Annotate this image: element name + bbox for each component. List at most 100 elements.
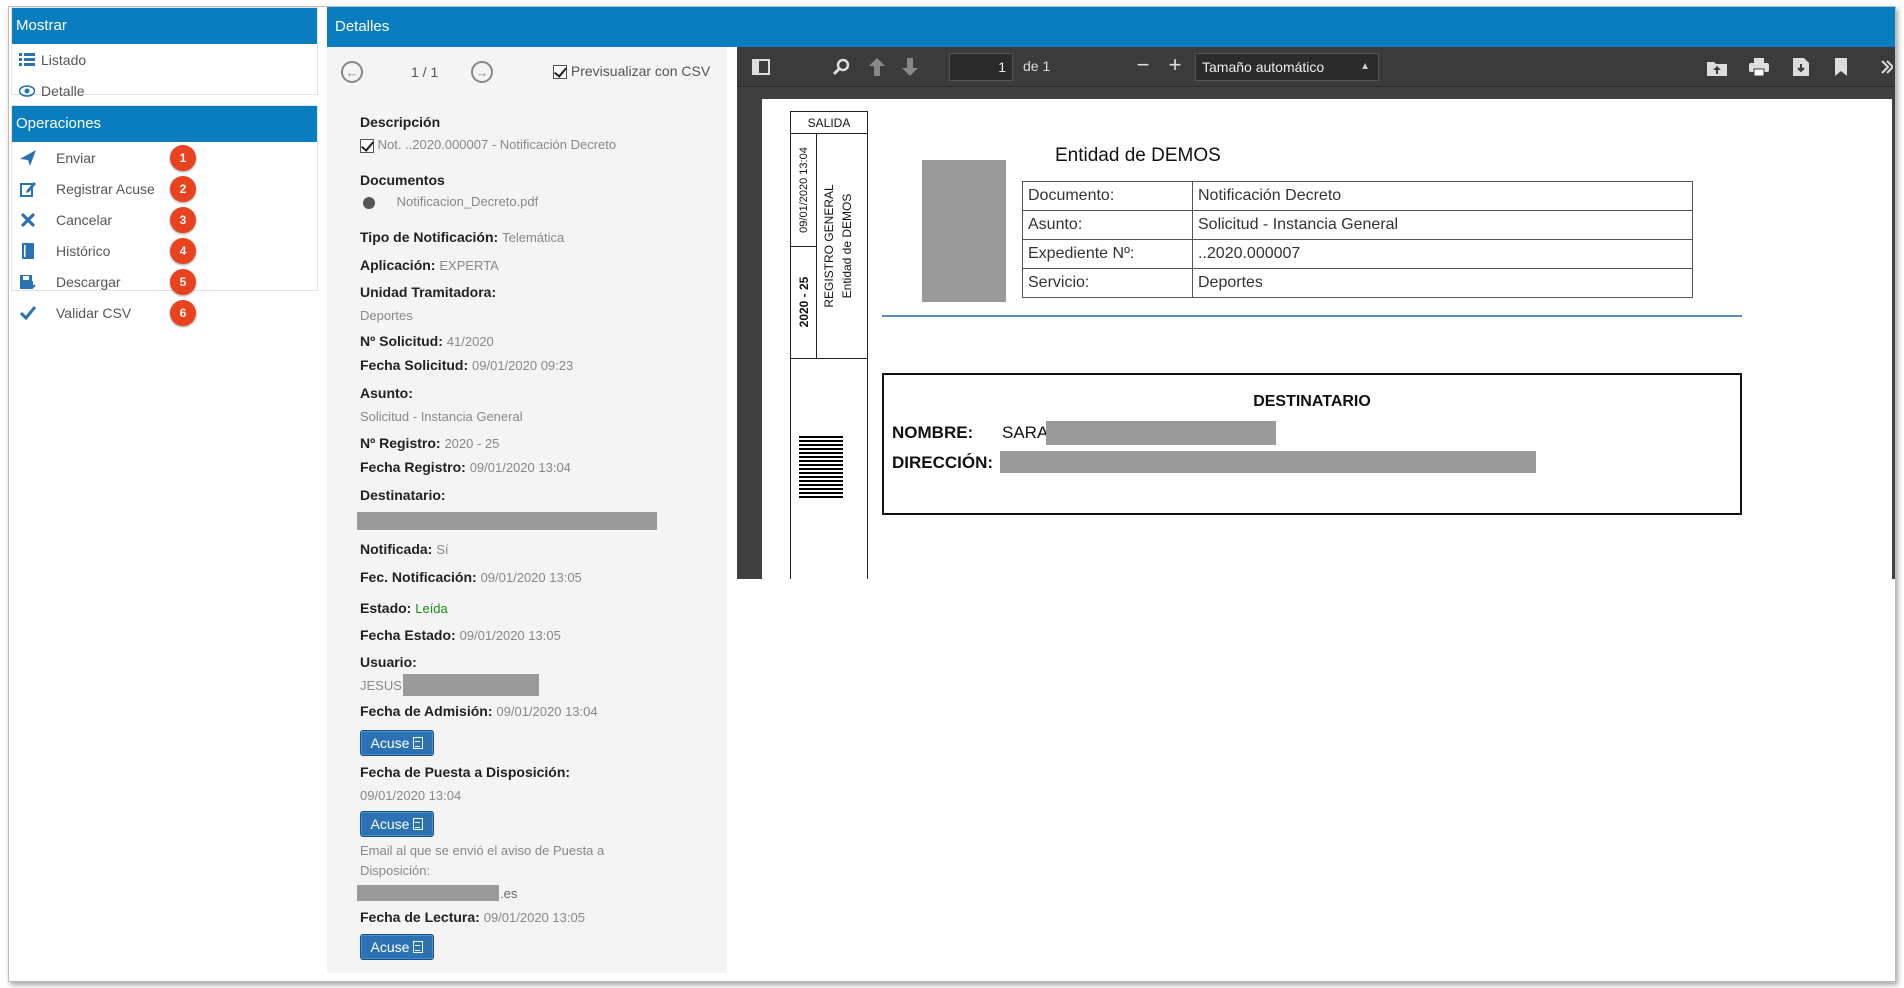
aplicacion-value: EXPERTA: [439, 258, 499, 273]
email-redacted: [357, 885, 499, 901]
op-enviar[interactable]: Enviar 1: [12, 142, 317, 173]
bullet-icon: [363, 196, 375, 209]
document-info-table: Documento: Notificación Decreto Asunto: …: [1022, 181, 1693, 298]
op-cancelar[interactable]: Cancelar 3: [12, 204, 317, 235]
acuse-lectura-button[interactable]: Acuse: [360, 934, 434, 960]
sidebar-toggle-icon[interactable]: [751, 57, 771, 77]
select-arrows-icon: ▲: [1360, 61, 1370, 72]
zoom-select[interactable]: Tamaño automático ▲: [1195, 53, 1379, 81]
fecha-admision-label: Fecha de Admisión:: [360, 703, 493, 719]
op-registrar-acuse[interactable]: Registrar Acuse 2: [12, 173, 317, 204]
nombre-redacted: [1046, 421, 1276, 445]
fecha-admision-row: Fecha de Admisión: 09/01/2020 13:04: [360, 703, 598, 719]
nav-listado-label: Listado: [41, 51, 87, 68]
badge-5: 5: [170, 269, 196, 295]
fecha-registro-label: Fecha Registro:: [360, 459, 466, 475]
zoom-in-icon[interactable]: +: [1165, 52, 1185, 77]
estado-label: Estado:: [360, 600, 412, 616]
entity-title: Entidad de DEMOS: [1055, 145, 1221, 166]
acuse-puesta-button[interactable]: Acuse: [360, 811, 434, 837]
eye-icon: [17, 81, 37, 101]
bookmark-icon[interactable]: [1831, 57, 1851, 77]
op-descargar[interactable]: Descargar 5: [12, 266, 317, 297]
acuse-admision-button[interactable]: Acuse: [360, 730, 434, 756]
email-text-2: Disposición:: [360, 863, 431, 878]
descripcion-checkbox[interactable]: [360, 138, 374, 153]
direccion-label: DIRECCIÓN:: [892, 453, 994, 472]
notificada-row: Notificada: Sí: [360, 541, 449, 557]
stamp-number: 2020 - 25: [797, 276, 811, 328]
table-cell: ..2020.000007: [1192, 239, 1693, 269]
page-number-input[interactable]: 1: [949, 53, 1013, 81]
notificada-label: Notificada:: [360, 541, 433, 557]
preview-checkbox[interactable]: [553, 65, 567, 80]
documento-row[interactable]: Notificacion_Decreto.pdf: [363, 194, 538, 209]
usuario-value: JESUS: [360, 678, 402, 693]
acuse-lectura-label: Acuse: [370, 939, 410, 955]
open-file-icon[interactable]: [1707, 57, 1727, 77]
zoom-out-icon[interactable]: −: [1133, 52, 1153, 77]
table-cell: Expediente Nº:: [1022, 239, 1193, 269]
info-column: ← 1 / 1 → Previsualizar con CSV Descripc…: [327, 47, 727, 973]
fecha-lectura-value: 09/01/2020 13:05: [483, 910, 585, 925]
usuario-redacted: [403, 674, 539, 696]
fecha-registro-value: 09/01/2020 13:04: [469, 460, 571, 475]
email-suffix: .es: [500, 886, 518, 901]
acuse-admision-label: Acuse: [370, 735, 410, 751]
pager-text: 1 / 1: [411, 64, 439, 80]
registro-label: Nº Registro:: [360, 435, 441, 451]
direccion-redacted: [1000, 451, 1536, 473]
print-icon[interactable]: [1749, 57, 1769, 77]
more-tools-icon[interactable]: [1877, 57, 1895, 77]
table-cell: Documento:: [1022, 181, 1193, 211]
estado-value: Leída: [415, 601, 448, 616]
fecha-puesta-value: 09/01/2020 13:04: [360, 788, 462, 803]
download-doc-icon[interactable]: [1791, 57, 1811, 77]
nombre-label: NOMBRE:: [892, 423, 974, 442]
registro-value: 2020 - 25: [444, 436, 500, 451]
estado-row: Estado: Leída: [360, 600, 448, 616]
nav-listado[interactable]: Listado: [12, 44, 317, 75]
fecha-lectura-row: Fecha de Lectura: 09/01/2020 13:05: [360, 909, 585, 925]
book-icon: [17, 241, 39, 261]
descripcion-label: Descripción: [360, 114, 441, 130]
op-validar-csv[interactable]: Validar CSV 6: [12, 297, 317, 328]
search-icon[interactable]: [832, 57, 852, 77]
prev-arrow-icon[interactable]: ←: [341, 61, 363, 83]
asunto-value: Solicitud - Instancia General: [360, 409, 523, 424]
arrow-down-icon[interactable]: [900, 57, 920, 77]
send-icon: [17, 148, 39, 168]
pager: ← 1 / 1 → Previsualizar con CSV: [341, 61, 721, 87]
documento-file[interactable]: Notificacion_Decreto.pdf: [397, 194, 539, 209]
fec-notif-label: Fec. Notificación:: [360, 569, 477, 585]
stamp-entity: Entidad de DEMOS: [840, 193, 854, 299]
descripcion-row: Not. ..2020.000007 - Notificación Decret…: [360, 137, 616, 153]
fec-notif-value: 09/01/2020 13:05: [480, 570, 582, 585]
table-row: Documento: Notificación Decreto: [1022, 181, 1693, 211]
stamp-registro: REGISTRO GENERAL: [822, 184, 836, 308]
next-arrow-icon[interactable]: →: [471, 61, 493, 83]
file-icon: [413, 737, 424, 749]
badge-6: 6: [170, 300, 196, 326]
op-historico[interactable]: Histórico 4: [12, 235, 317, 266]
salida-label: SALIDA: [791, 112, 867, 134]
preview-csv-toggle[interactable]: Previsualizar con CSV: [553, 63, 710, 80]
solicitud-row: Nº Solicitud: 41/2020: [360, 333, 494, 349]
fecha-estado-label: Fecha Estado:: [360, 627, 456, 643]
fecha-solicitud-row: Fecha Solicitud: 09/01/2020 09:23: [360, 357, 573, 373]
operaciones-title: Operaciones: [12, 106, 317, 142]
arrow-up-icon[interactable]: [867, 57, 887, 77]
nav-detalle-label: Detalle: [41, 82, 85, 99]
op-validar-label: Validar CSV: [56, 304, 132, 321]
nombre-value: SARA: [1002, 423, 1049, 442]
pdf-page: SALIDA 09/01/2020 13:04 2020 - 25 REGIST…: [762, 99, 1892, 579]
op-enviar-label: Enviar: [56, 149, 96, 166]
usuario-label: Usuario:: [360, 654, 417, 670]
fecha-registro-row: Fecha Registro: 09/01/2020 13:04: [360, 459, 571, 475]
nav-detalle[interactable]: Detalle: [12, 75, 317, 106]
aplicacion-row: Aplicación: EXPERTA: [360, 257, 499, 273]
detail-title: Detalles: [327, 7, 1895, 47]
email-text-1: Email al que se envió el aviso de Puesta…: [360, 843, 605, 858]
zoom-value: Tamaño automático: [1202, 59, 1325, 75]
table-row: Servicio: Deportes: [1022, 268, 1693, 298]
